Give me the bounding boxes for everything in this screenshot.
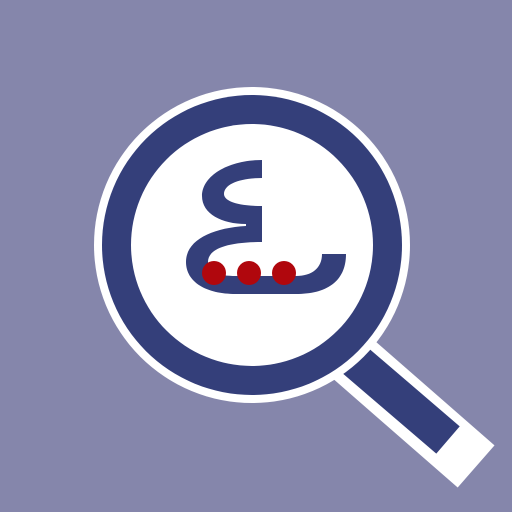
ellipsis-dots [202, 261, 296, 285]
app-icon [0, 0, 512, 512]
dot-3 [272, 261, 296, 285]
dot-1 [202, 261, 226, 285]
magnifier-arabic-letter-icon [0, 0, 512, 512]
dot-2 [237, 261, 261, 285]
magnifier-lens [94, 87, 410, 403]
